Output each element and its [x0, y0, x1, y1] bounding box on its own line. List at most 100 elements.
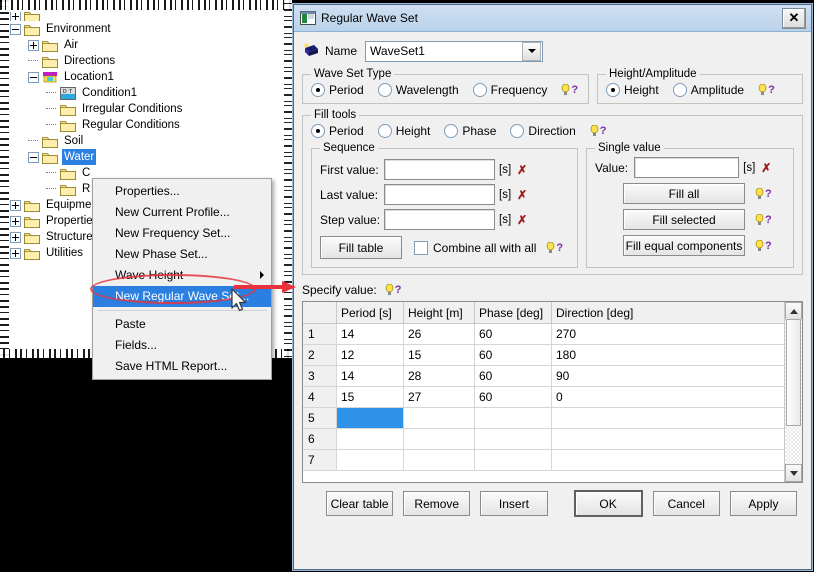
column-header-period-s[interactable]: Period [s] [336, 302, 404, 324]
height-amplitude-radio-amplitude[interactable]: Amplitude [672, 83, 744, 97]
menu-item-new-current-profile[interactable]: New Current Profile... [93, 202, 271, 223]
table-cell[interactable]: 270 [551, 323, 785, 345]
scrollbar-thumb[interactable] [786, 319, 801, 426]
fill-tools-options[interactable]: Period Height Phase Direction? [311, 124, 794, 138]
fill-equal-components-hint[interactable]: ? [755, 239, 772, 252]
table-cell[interactable]: 60 [474, 365, 552, 387]
tree-item-regular-conditions[interactable]: Regular Conditions [10, 117, 270, 133]
tree-toggle-plus-icon[interactable] [10, 247, 21, 259]
wave-components-table[interactable]: Period [s] Height [m] Phase [deg] Direction… [302, 301, 803, 483]
fill-selected-hint[interactable]: ? [755, 213, 772, 226]
column-header-direction-deg[interactable]: Direction [deg] [551, 302, 785, 324]
table-cell[interactable]: 15 [336, 386, 404, 408]
name-dropdown-button[interactable] [522, 41, 542, 61]
wave-set-type-hint[interactable]: ? [561, 84, 578, 96]
tree-toggle-plus-icon[interactable] [28, 39, 39, 51]
tree-item-soil[interactable]: Soil [10, 133, 270, 149]
row-number-cell[interactable]: 2 [303, 344, 337, 366]
table-body[interactable]: 1 14 26 60 270 2 12 15 60 180 3 14 28 60 90 4 15 27 60 0 5 6 7 [303, 323, 785, 471]
menu-item-new-phase-set[interactable]: New Phase Set... [93, 244, 271, 265]
fill-tools-radio-direction[interactable]: Direction [510, 124, 576, 138]
menu-item-paste[interactable]: Paste [93, 314, 271, 335]
table-cell[interactable] [403, 449, 475, 471]
row-number-header[interactable] [303, 302, 337, 324]
height-amplitude-hint[interactable]: ? [758, 84, 775, 96]
tree-item-location1[interactable]: Location1 [10, 69, 270, 85]
cancel-button[interactable]: Cancel [652, 491, 720, 516]
insert-button[interactable]: Insert [480, 491, 548, 516]
menu-item-new-frequency-set[interactable]: New Frequency Set... [93, 223, 271, 244]
clear-step-value-icon[interactable]: ✗ [517, 213, 527, 227]
table-vertical-scrollbar[interactable] [784, 302, 802, 482]
name-combobox[interactable]: WaveSet1 [365, 40, 544, 62]
dialog-titlebar[interactable]: Regular Wave Set ✕ [294, 5, 811, 32]
fill-all-button[interactable]: Fill all [623, 183, 745, 204]
clear-last-value-icon[interactable]: ✗ [517, 188, 527, 202]
specify-value-hint[interactable]: ? [385, 284, 401, 296]
table-cell[interactable] [474, 449, 552, 471]
menu-item-save-html-report[interactable]: Save HTML Report... [93, 356, 271, 377]
table-cell[interactable]: 60 [474, 323, 552, 345]
table-row[interactable]: 6 [303, 428, 785, 450]
table-cell[interactable]: 60 [474, 344, 552, 366]
context-menu[interactable]: Properties... New Current Profile... New F… [92, 178, 272, 380]
fill-table-button[interactable]: Fill table [320, 236, 402, 259]
tree-item-clipped[interactable] [10, 12, 270, 21]
menu-item-properties[interactable]: Properties... [93, 181, 271, 202]
clear-single-value-icon[interactable]: ✗ [761, 161, 771, 175]
table-cell[interactable] [551, 428, 785, 450]
table-cell[interactable] [336, 428, 404, 450]
combine-all-checkbox[interactable] [414, 240, 428, 255]
table-cell[interactable]: 27 [403, 386, 475, 408]
tree-toggle-minus-icon[interactable] [10, 23, 21, 35]
tree-item-water[interactable]: Water [10, 149, 270, 165]
fill-all-hint[interactable]: ? [755, 187, 772, 200]
scrollbar-track[interactable] [785, 319, 802, 465]
height-amplitude-radio-height[interactable]: Height [606, 83, 659, 97]
row-number-cell[interactable]: 4 [303, 386, 337, 408]
column-header-phase-deg[interactable]: Phase [deg] [474, 302, 552, 324]
wave-set-type-radio-wavelength[interactable]: Wavelength [377, 83, 459, 97]
menu-item-fields[interactable]: Fields... [93, 335, 271, 356]
height-amplitude-options[interactable]: Height Amplitude? [606, 83, 794, 97]
wave-set-type-radio-frequency[interactable]: Frequency [472, 83, 547, 97]
table-row[interactable]: 1 14 26 60 270 [303, 323, 785, 345]
last-value-input[interactable] [384, 184, 495, 205]
tree-toggle-plus-icon[interactable] [10, 199, 21, 211]
table-cell[interactable] [336, 449, 404, 471]
fill-tools-radio-height[interactable]: Height [377, 124, 430, 138]
fill-equal-components-button[interactable]: Fill equal components [623, 235, 745, 256]
tree-item-directions[interactable]: Directions [10, 53, 270, 69]
table-row[interactable]: 2 12 15 60 180 [303, 344, 785, 366]
column-header-height-m[interactable]: Height [m] [403, 302, 475, 324]
table-cell[interactable]: 28 [403, 365, 475, 387]
fill-tools-radio-phase[interactable]: Phase [444, 124, 496, 138]
step-value-input[interactable] [384, 209, 495, 230]
table-cell[interactable]: 12 [336, 344, 404, 366]
first-value-input[interactable] [384, 159, 495, 180]
row-number-cell[interactable]: 1 [303, 323, 337, 345]
fill-tools-hint[interactable]: ? [590, 125, 607, 137]
tree-toggle-minus-icon[interactable] [28, 151, 39, 163]
table-cell[interactable] [336, 407, 404, 429]
remove-button[interactable]: Remove [403, 491, 471, 516]
row-number-cell[interactable]: 7 [303, 449, 337, 471]
tree-item-air[interactable]: Air [10, 37, 270, 53]
table-cell[interactable]: 26 [403, 323, 475, 345]
table-cell[interactable] [403, 428, 475, 450]
fill-selected-button[interactable]: Fill selected [623, 209, 745, 230]
wave-set-type-radio-period[interactable]: Period [311, 83, 364, 97]
table-cell[interactable]: 14 [336, 365, 404, 387]
tree-item-condition1[interactable]: D T Condition1 [10, 85, 270, 101]
table-cell[interactable]: 60 [474, 386, 552, 408]
table-cell[interactable] [474, 428, 552, 450]
ok-button[interactable]: OK [573, 490, 643, 517]
scroll-up-button[interactable] [785, 302, 802, 320]
tree-item-environment[interactable]: Environment [10, 21, 270, 37]
combine-all-hint[interactable]: ? [546, 241, 563, 254]
single-value-input[interactable] [634, 157, 740, 178]
single-value-buttons[interactable]: Fill all? Fill selected? Fill equal compon… [595, 183, 785, 256]
fill-tools-radio-period[interactable]: Period [311, 124, 364, 138]
table-cell[interactable] [551, 449, 785, 471]
table-row[interactable]: 4 15 27 60 0 [303, 386, 785, 408]
